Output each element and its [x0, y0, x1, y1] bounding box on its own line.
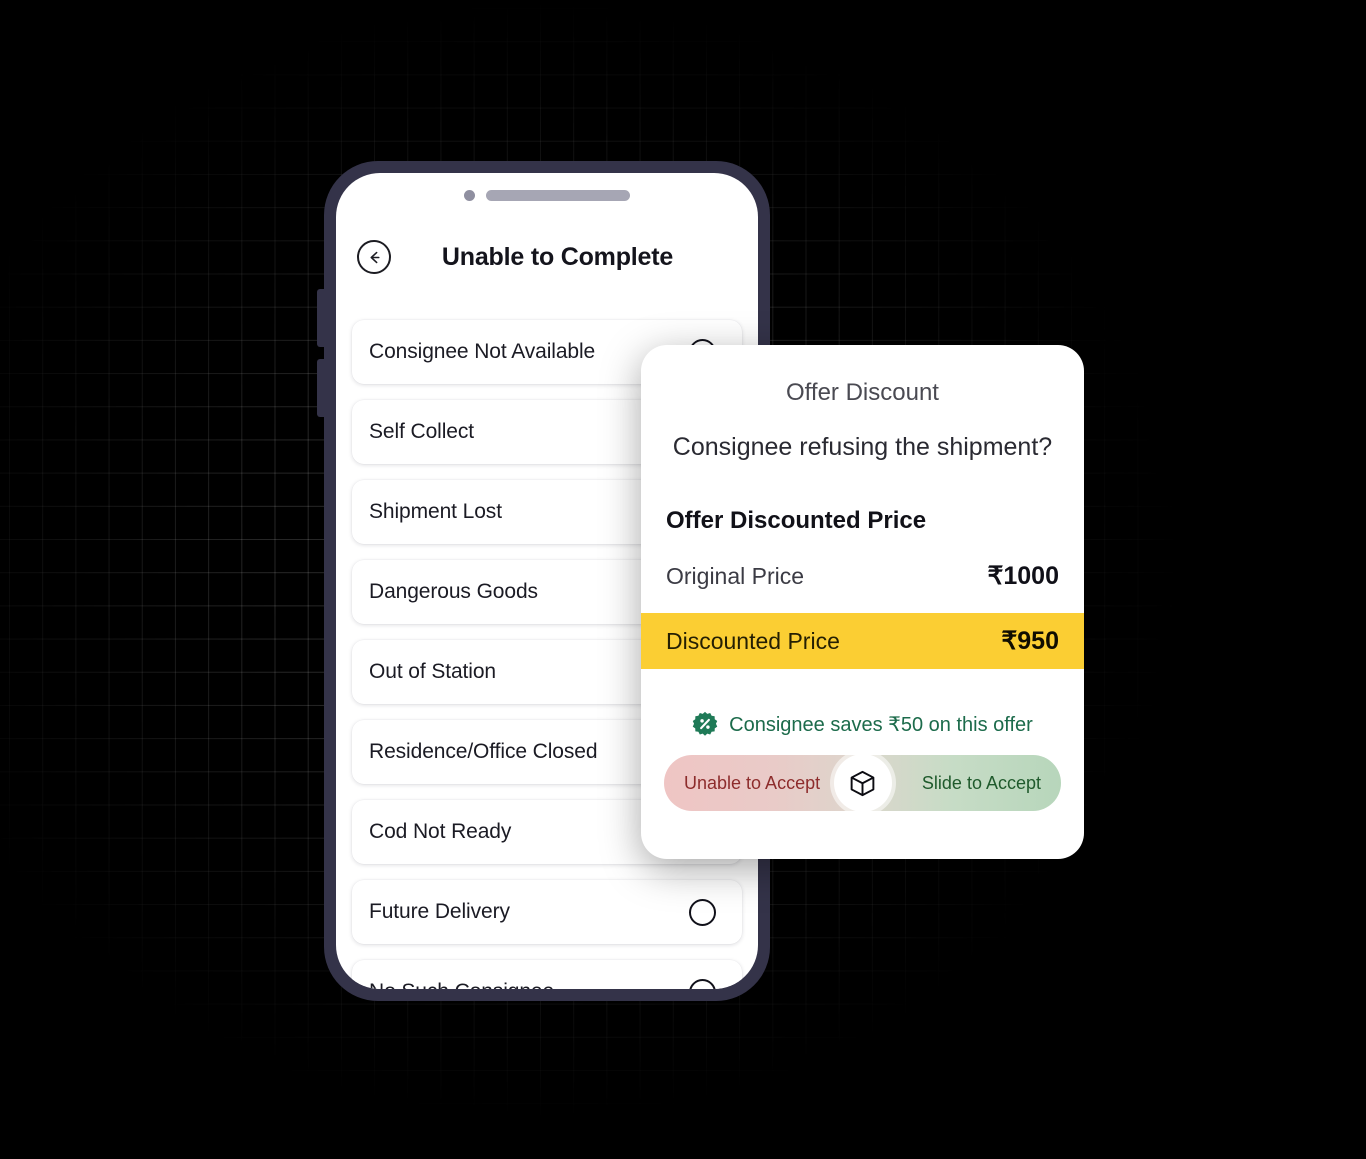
radio-icon[interactable] [689, 978, 716, 989]
reason-label: No Such Consignee [369, 980, 554, 989]
reason-label: Cod Not Ready [369, 820, 512, 843]
reason-item-future-delivery[interactable]: Future Delivery [352, 880, 742, 944]
stage: Unable to Complete Consignee Not Availab… [0, 0, 1366, 1159]
page-title: Unable to Complete [441, 242, 674, 271]
discounted-price-row: Discounted Price ₹950 [641, 613, 1084, 669]
savings-text: Consignee saves ₹50 on this offer [729, 713, 1033, 736]
slide-to-accept-label[interactable]: Slide to Accept [922, 773, 1041, 794]
reason-item-no-such-consignee[interactable]: No Such Consignee [352, 960, 742, 989]
phone-notch [336, 190, 758, 201]
slider-handle[interactable] [833, 754, 892, 812]
volume-up-button[interactable] [317, 289, 325, 347]
discounted-price-value: ₹950 [1001, 627, 1059, 655]
slide-to-accept-slider[interactable]: Unable to Accept Slide to Accept [664, 754, 1061, 812]
original-price-label: Original Price [666, 562, 805, 589]
volume-down-button[interactable] [317, 359, 325, 417]
earpiece-speaker [486, 190, 630, 201]
offer-discount-card: Offer Discount Consignee refusing the sh… [641, 345, 1084, 859]
package-box-icon [850, 770, 875, 796]
offer-card-title: Offer Discount [786, 379, 939, 406]
back-button[interactable] [357, 240, 391, 274]
reason-label: Future Delivery [369, 900, 510, 923]
app-header: Unable to Complete [336, 233, 758, 281]
reason-label: Consignee Not Available [369, 340, 596, 363]
reason-label: Out of Station [369, 660, 497, 683]
reason-label: Shipment Lost [369, 500, 502, 523]
front-camera-icon [464, 190, 475, 201]
offer-card-heading: Offer Discounted Price [666, 507, 927, 534]
offer-card-question: Consignee refusing the shipment? [672, 433, 1053, 461]
reason-label: Dangerous Goods [369, 580, 538, 603]
arrow-left-icon [370, 251, 380, 263]
unable-to-accept-label[interactable]: Unable to Accept [684, 773, 820, 794]
savings-row: Consignee saves ₹50 on this offer [641, 711, 1084, 737]
reason-label: Self Collect [369, 420, 475, 443]
discount-badge-icon [692, 711, 718, 736]
radio-icon[interactable] [689, 898, 716, 926]
reason-label: Residence/Office Closed [369, 740, 598, 763]
original-price-row: Original Price ₹1000 [641, 557, 1084, 595]
discounted-price-label: Discounted Price [666, 627, 840, 654]
original-price-value: ₹1000 [987, 562, 1059, 590]
